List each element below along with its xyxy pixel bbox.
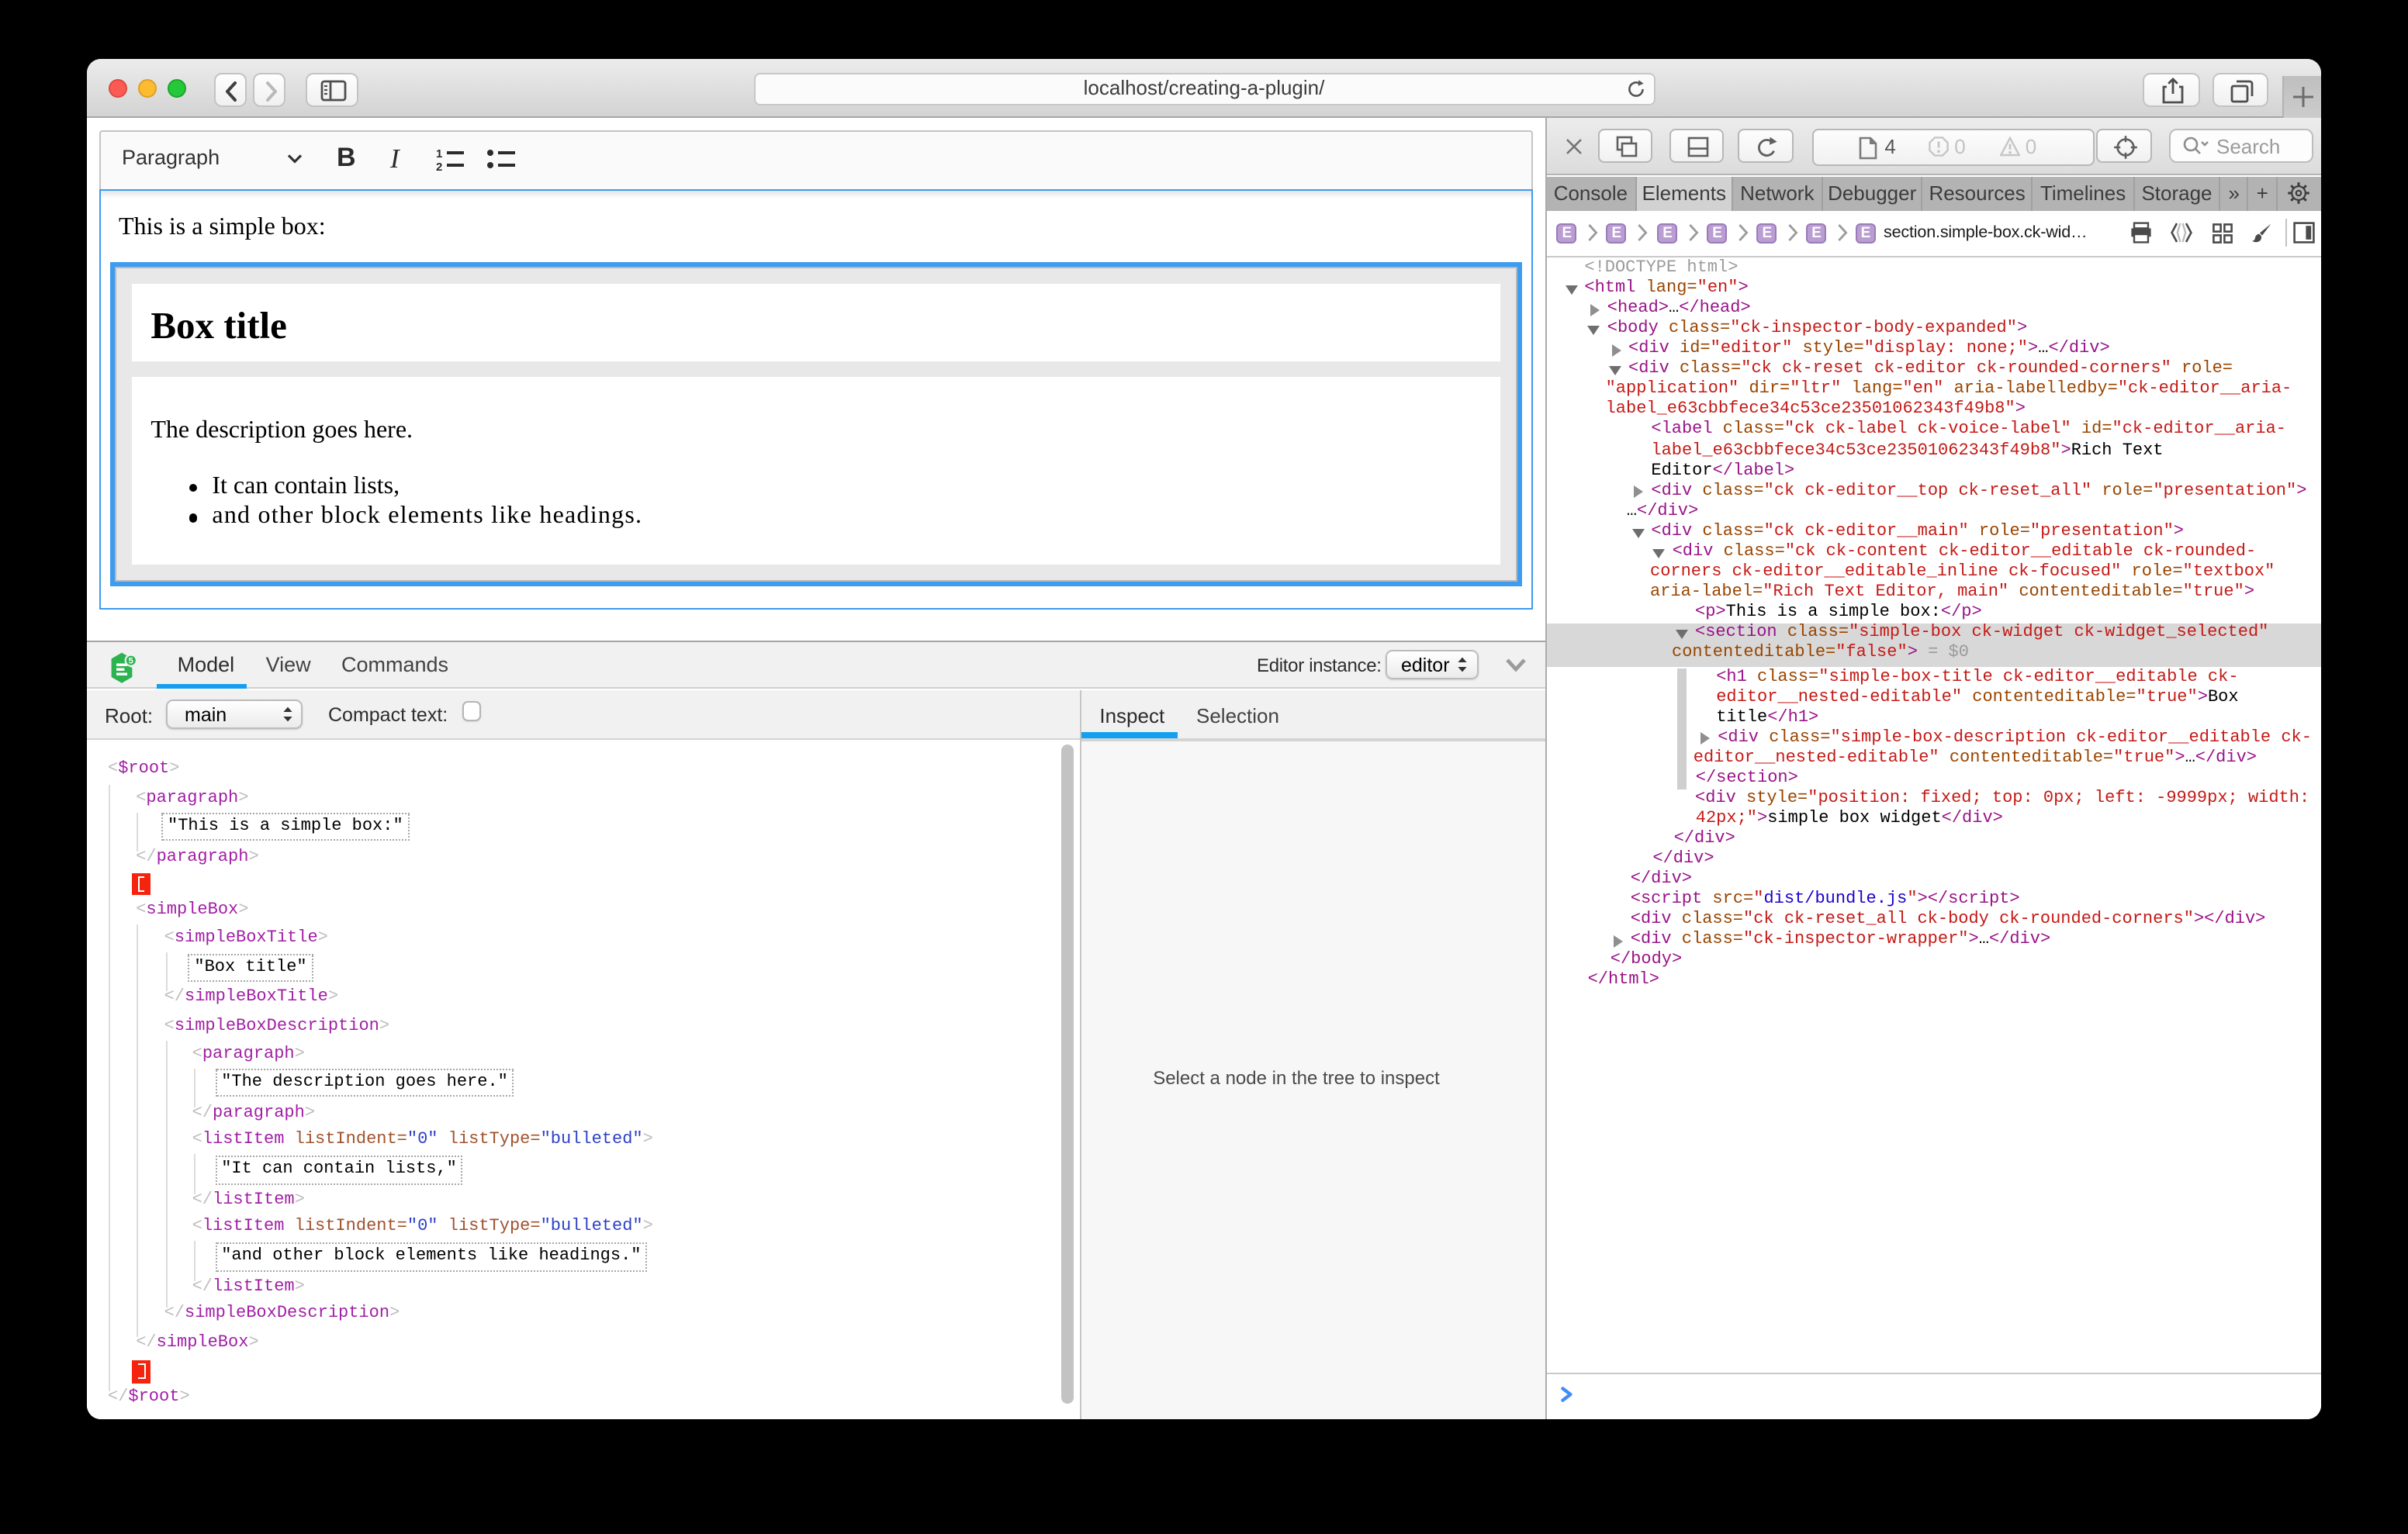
svg-text:1: 1 xyxy=(436,147,442,160)
svg-text:5: 5 xyxy=(128,656,133,665)
svg-text:2: 2 xyxy=(436,160,442,170)
